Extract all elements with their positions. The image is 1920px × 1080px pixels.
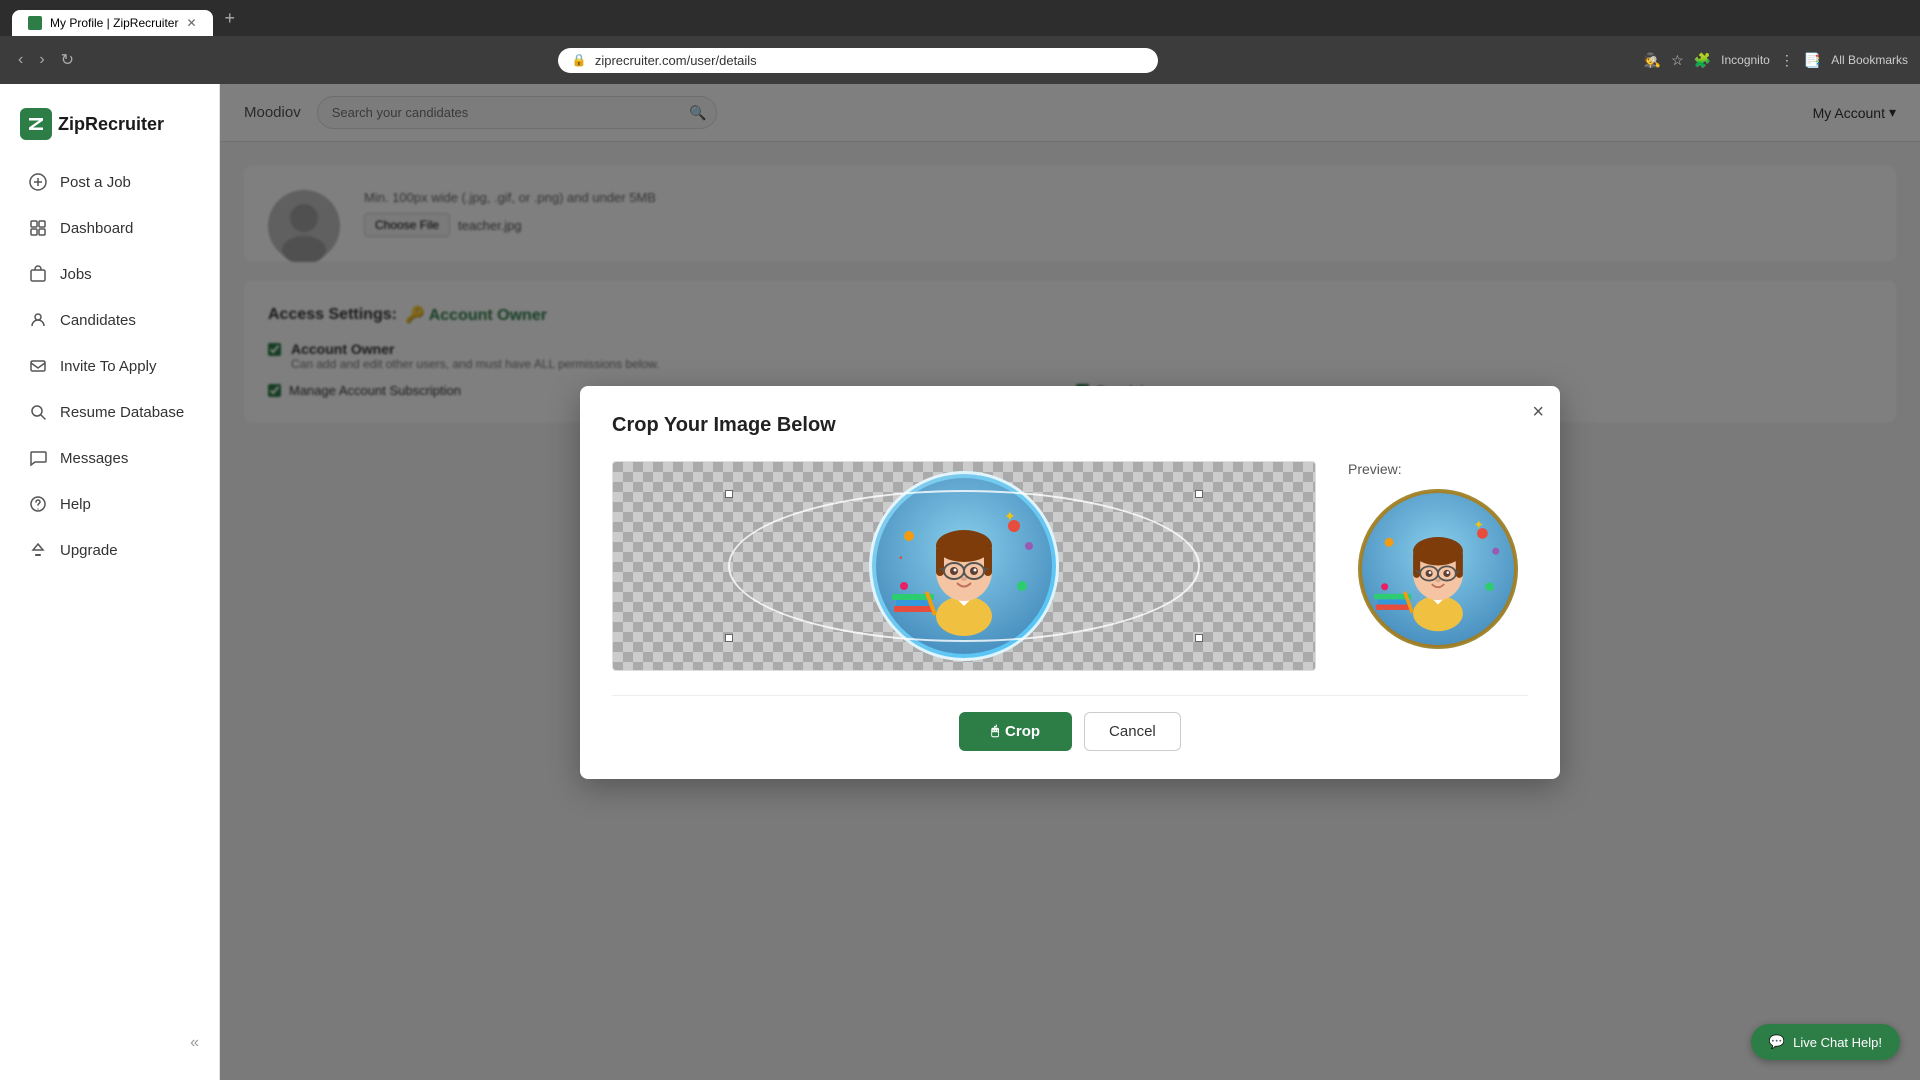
cursor-icon: 🖱 [991, 723, 999, 739]
forward-button[interactable]: › [33, 47, 50, 73]
invite-to-apply-icon [28, 356, 48, 376]
preview-area: Preview: [1348, 461, 1528, 649]
sidebar-item-upgrade[interactable]: Upgrade [8, 528, 211, 572]
sidebar-item-post-a-job[interactable]: Post a Job [8, 160, 211, 204]
live-chat-button[interactable]: 💬 Live Chat Help! [1751, 1024, 1900, 1060]
dialog-footer: 🖱 Crop Cancel [612, 695, 1528, 751]
preview-circle: ✦ [1358, 489, 1518, 649]
close-tab-button[interactable]: ✕ [186, 16, 196, 30]
upgrade-icon [28, 540, 48, 560]
chat-icon: 💬 [1769, 1034, 1785, 1050]
browser-toolbar: ‹ › ↻ 🔒 ziprecruiter.com/user/details 🕵 … [0, 36, 1920, 84]
main-content: Moodiov 🔍 My Account ▾ [220, 84, 1920, 1080]
modal-overlay: Crop Your Image Below × [220, 84, 1920, 1080]
tab-title: My Profile | ZipRecruiter [50, 16, 178, 30]
crop-handle-bottom-left[interactable] [725, 634, 733, 642]
sidebar-label-messages: Messages [60, 450, 128, 467]
logo-icon [20, 108, 52, 140]
sidebar-label-dashboard: Dashboard [60, 220, 133, 237]
help-icon [28, 494, 48, 514]
sidebar-collapse-button[interactable]: « [0, 1022, 219, 1064]
crop-border [728, 490, 1200, 642]
active-tab[interactable]: My Profile | ZipRecruiter ✕ [12, 10, 213, 36]
jobs-icon [28, 264, 48, 284]
crop-handle-top-left[interactable] [725, 490, 733, 498]
sidebar-navigation: Post a Job Dashboard [0, 160, 219, 1022]
browser-actions: 🕵 ☆ 🧩 Incognito ⋮ 📑 All Bookmarks [1644, 52, 1908, 69]
crop-button-label: Crop [1005, 723, 1040, 740]
preview-label: Preview: [1348, 461, 1402, 477]
bookmarks-panel-icon[interactable]: 📑 [1804, 52, 1821, 69]
sidebar-label-candidates: Candidates [60, 312, 136, 329]
candidates-icon [28, 310, 48, 330]
sidebar-item-invite-to-apply[interactable]: Invite To Apply [8, 344, 211, 388]
svg-text:✦: ✦ [1474, 518, 1484, 532]
live-chat-label: Live Chat Help! [1793, 1035, 1882, 1050]
security-icon: 🔒 [572, 53, 587, 67]
sidebar-label-upgrade: Upgrade [60, 542, 118, 559]
reload-button[interactable]: ↻ [55, 46, 80, 74]
sidebar-label-post-a-job: Post a Job [60, 174, 131, 191]
sidebar-item-help[interactable]: Help [8, 482, 211, 526]
crop-handle-top-right[interactable] [1195, 490, 1203, 498]
app-layout: ZipRecruiter Post a Job [0, 84, 1920, 1080]
sidebar-label-resume-database: Resume Database [60, 404, 184, 421]
sidebar: ZipRecruiter Post a Job [0, 84, 220, 1080]
back-button[interactable]: ‹ [12, 47, 29, 73]
cancel-button[interactable]: Cancel [1084, 712, 1181, 751]
messages-icon [28, 448, 48, 468]
dialog-close-button[interactable]: × [1532, 402, 1544, 422]
address-bar[interactable]: 🔒 ziprecruiter.com/user/details [558, 48, 1158, 73]
sidebar-item-candidates[interactable]: Candidates [8, 298, 211, 342]
sidebar-item-resume-database[interactable]: Resume Database [8, 390, 211, 434]
crop-dialog: Crop Your Image Below × [580, 386, 1560, 779]
sidebar-label-help: Help [60, 496, 91, 513]
dashboard-icon [28, 218, 48, 238]
url-text: ziprecruiter.com/user/details [595, 53, 757, 68]
bookmark-star-icon[interactable]: ☆ [1671, 52, 1684, 69]
sidebar-label-jobs: Jobs [60, 266, 92, 283]
tab-favicon [28, 16, 42, 30]
resume-database-icon [28, 402, 48, 422]
nav-controls: ‹ › ↻ [12, 46, 80, 74]
incognito-icon: 🕵 [1644, 52, 1661, 69]
crop-handle-bottom-right[interactable] [1195, 634, 1203, 642]
logo: ZipRecruiter [0, 100, 219, 160]
crop-handles [613, 462, 1315, 670]
dialog-title: Crop Your Image Below [612, 414, 1528, 437]
crop-area: ✦ • [612, 461, 1316, 671]
profile-icon[interactable]: Incognito [1721, 53, 1770, 67]
sidebar-label-invite-to-apply: Invite To Apply [60, 358, 156, 375]
sidebar-item-dashboard[interactable]: Dashboard [8, 206, 211, 250]
logo-text: ZipRecruiter [58, 114, 164, 135]
crop-button[interactable]: 🖱 Crop [959, 712, 1072, 751]
new-tab-button[interactable]: + [217, 8, 244, 29]
extensions-icon[interactable]: 🧩 [1694, 52, 1711, 69]
browser-tab-bar: My Profile | ZipRecruiter ✕ + [0, 0, 1920, 36]
more-options-icon[interactable]: ⋮ [1780, 52, 1794, 69]
sidebar-item-messages[interactable]: Messages [8, 436, 211, 480]
sidebar-item-jobs[interactable]: Jobs [8, 252, 211, 296]
dialog-body: ✦ • [612, 461, 1528, 671]
all-bookmarks-label[interactable]: All Bookmarks [1831, 53, 1908, 67]
collapse-icon: « [190, 1034, 199, 1052]
post-a-job-icon [28, 172, 48, 192]
crop-canvas[interactable]: ✦ • [612, 461, 1316, 671]
